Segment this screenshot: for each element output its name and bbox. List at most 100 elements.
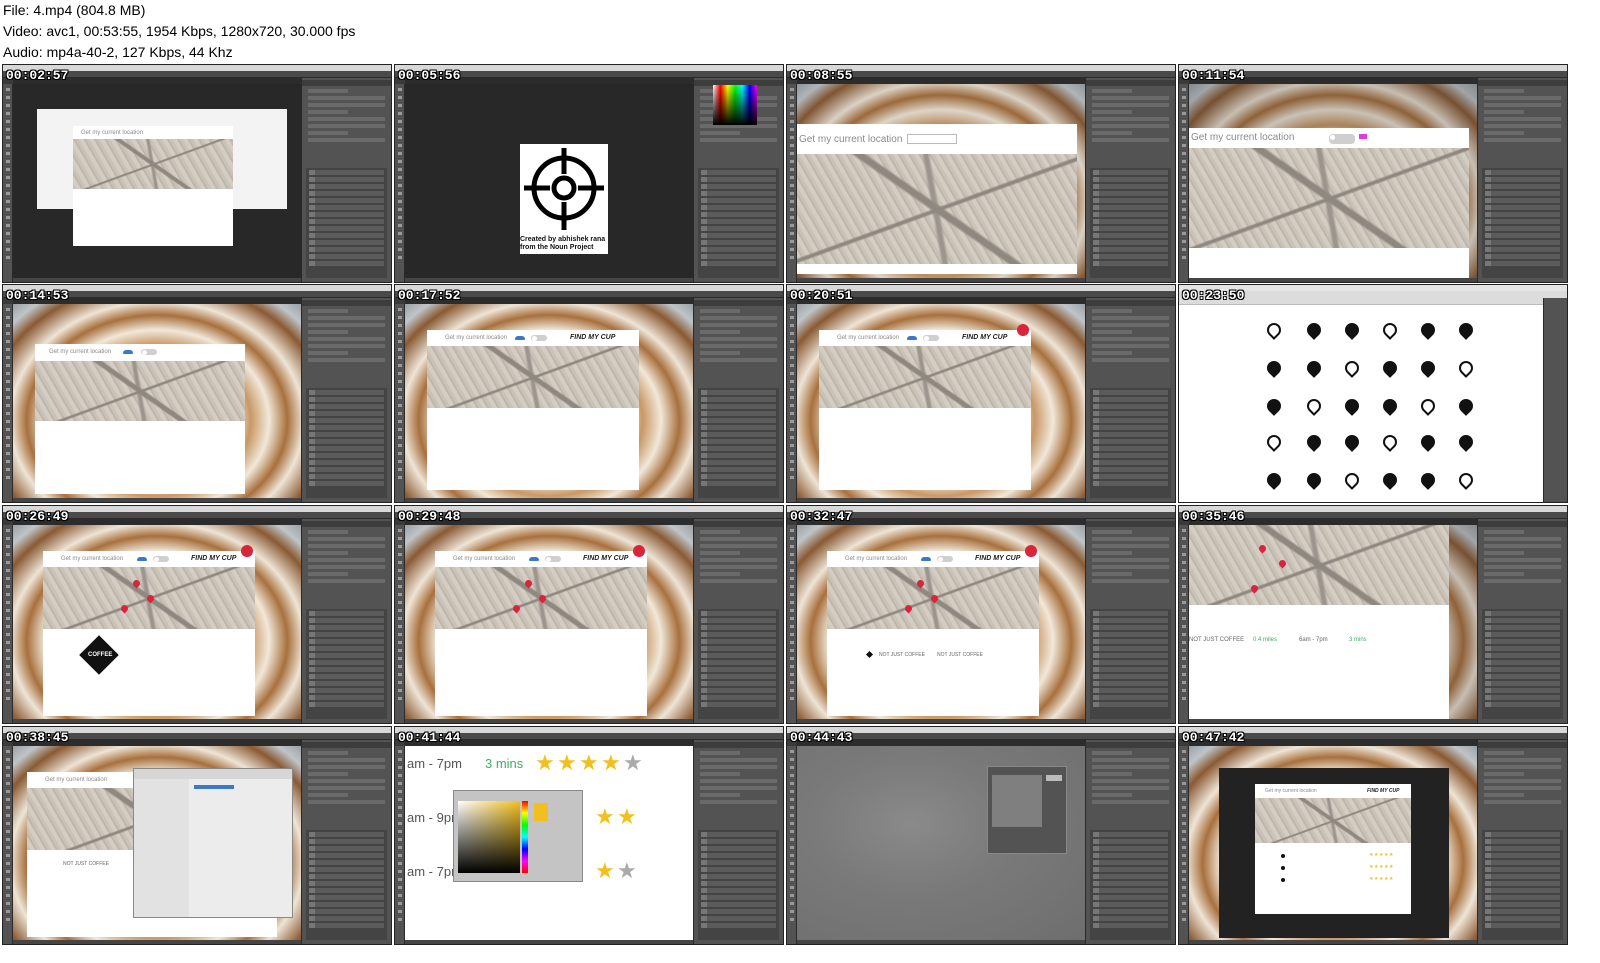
canvas-area: Get my current location FIND MY CUP ★ ★ ★ ★ ★ ★… — [1189, 746, 1477, 940]
location-pin-icon[interactable] — [1456, 432, 1476, 452]
rating-star-icon[interactable]: ★ — [535, 752, 555, 774]
location-pin-icon[interactable] — [1380, 470, 1400, 490]
tools-panel[interactable] — [1179, 746, 1189, 944]
location-pin-icon[interactable] — [1304, 396, 1324, 416]
location-toggle[interactable] — [545, 556, 561, 562]
tools-panel[interactable] — [395, 746, 405, 944]
rating-star-icon[interactable]: ★ — [557, 752, 577, 774]
location-pin-icon[interactable] — [1418, 470, 1438, 490]
location-pin-icon[interactable] — [1380, 320, 1400, 340]
rating-star-icon[interactable]: ★ — [601, 752, 621, 774]
rating-star-icon[interactable]: ★ — [579, 752, 599, 774]
location-pin-icon[interactable] — [1456, 470, 1476, 490]
tools-panel[interactable] — [1179, 525, 1189, 723]
color-picker-dialog[interactable] — [453, 790, 583, 882]
location-pin-icon[interactable] — [1456, 396, 1476, 416]
tools-panel[interactable] — [787, 84, 797, 282]
location-toggle[interactable] — [531, 335, 547, 341]
rating-star-icon[interactable]: ★ — [617, 806, 637, 828]
cup-badge-icon[interactable] — [1025, 545, 1037, 557]
map-image — [73, 139, 233, 189]
high-pass-dialog[interactable] — [987, 766, 1067, 854]
location-toggle[interactable] — [141, 349, 157, 355]
video-thumbnail[interactable]: am - 7pm 3 mins ★ ★ ★ ★ ★ am - 9pm ★ ★ am - 7pm ★ ★ 0… — [394, 726, 784, 945]
video-thumbnail[interactable]: Get my current location FIND MY CUP 00:29:… — [394, 505, 784, 724]
tools-panel[interactable] — [1179, 84, 1189, 282]
rating-star-icon: ★ — [1379, 852, 1384, 858]
rating-star-icon[interactable]: ★ — [617, 860, 637, 882]
location-pin-icon[interactable] — [1418, 432, 1438, 452]
tools-panel[interactable] — [395, 84, 405, 282]
video-thumbnail[interactable]: Get my current location FIND MY CUP NOT JU… — [786, 505, 1176, 724]
shop-name: NOT JUST COFFEE — [1189, 637, 1245, 643]
location-pin-icon[interactable] — [1342, 396, 1362, 416]
location-pin-icon[interactable] — [1456, 358, 1476, 378]
tools-panel[interactable] — [3, 304, 13, 502]
location-pin-icon[interactable] — [1304, 320, 1324, 340]
video-thumbnail[interactable]: 00:44:43 — [786, 726, 1176, 945]
location-toggle[interactable] — [1329, 134, 1355, 144]
tools-panel[interactable] — [3, 746, 13, 944]
tools-panel[interactable] — [787, 525, 797, 723]
video-thumbnail[interactable]: Get my current location 00:11:54 — [1178, 64, 1568, 283]
location-pin-icon[interactable] — [1380, 396, 1400, 416]
video-thumbnail[interactable]: Get my current location FIND MY CUP 00:20:… — [786, 284, 1176, 503]
location-pin-icon[interactable] — [1264, 358, 1284, 378]
location-pin-icon[interactable] — [1418, 320, 1438, 340]
timestamp: 00:14:53 — [6, 288, 69, 303]
location-pin-icon[interactable] — [1418, 396, 1438, 416]
location-pin-icon[interactable] — [1342, 320, 1362, 340]
status-bar — [797, 278, 1085, 282]
location-pin-icon[interactable] — [1264, 432, 1284, 452]
location-pin-icon[interactable] — [1418, 358, 1438, 378]
video-thumbnail[interactable]: Created by abhishek rana from the Noun Pr… — [394, 64, 784, 283]
location-pin-icon[interactable] — [1304, 432, 1324, 452]
tools-panel[interactable] — [787, 746, 797, 944]
location-pin-icon[interactable] — [1342, 470, 1362, 490]
rating-star-icon[interactable]: ★ — [623, 752, 643, 774]
location-pin-icon[interactable] — [1380, 358, 1400, 378]
tools-panel[interactable] — [3, 525, 13, 723]
video-thumbnail[interactable]: Get my current location 00:08:55 — [786, 64, 1176, 283]
rating-star-icon[interactable]: ★ — [595, 860, 615, 882]
cup-badge-icon[interactable] — [633, 545, 645, 557]
location-toggle[interactable] — [153, 556, 169, 562]
video-thumbnail[interactable]: Get my current location 00:02:57 — [2, 64, 392, 283]
video-thumbnail[interactable]: Get my current location FIND MY CUP 00:17:… — [394, 284, 784, 503]
video-thumbnail[interactable]: Get my current location FIND MY CUP ★ ★ ★ ★ ★ ★… — [1178, 726, 1568, 945]
location-pin-icon[interactable] — [1342, 358, 1362, 378]
walk-time: 3 mins — [1349, 637, 1367, 643]
file-open-dialog[interactable] — [133, 768, 293, 918]
video-thumbnail[interactable]: Get my current location FIND MY CUP COFFEE… — [2, 505, 392, 724]
layers-panel — [698, 168, 779, 278]
location-pin-icon[interactable] — [1456, 320, 1476, 340]
video-thumbnail[interactable]: Get my current location NOT JUST COFFEE 00… — [2, 726, 392, 945]
cup-badge-icon[interactable] — [1017, 324, 1029, 336]
location-pin-icon[interactable] — [1264, 396, 1284, 416]
tools-panel[interactable] — [3, 84, 13, 282]
location-pin-icon[interactable] — [1304, 470, 1324, 490]
video-thumbnail[interactable]: NOT JUST COFFEE 0.4 miles 6am - 7pm 3 mins 0… — [1178, 505, 1568, 724]
rating-star-icon: ★ — [1369, 852, 1374, 858]
walk-time: 3 mins — [485, 756, 524, 771]
video-thumbnail[interactable]: Get my current location 00:14:53 — [2, 284, 392, 503]
text-field[interactable] — [907, 134, 957, 144]
location-pin-icon[interactable] — [1342, 432, 1362, 452]
tools-panel[interactable] — [787, 304, 797, 502]
location-toggle[interactable] — [937, 556, 953, 562]
car-icon — [137, 557, 147, 561]
status-bar — [405, 278, 693, 282]
location-pin-icon[interactable] — [1264, 320, 1284, 340]
cup-badge-icon[interactable] — [241, 545, 253, 557]
tools-panel[interactable] — [395, 304, 405, 502]
rating-star-icon[interactable]: ★ — [595, 806, 615, 828]
find-my-cup-label: FIND MY CUP — [570, 334, 616, 341]
rating-star-icon: ★ — [1389, 852, 1394, 858]
video-thumbnail[interactable]: 00:23:50 — [1178, 284, 1568, 503]
tools-panel[interactable] — [395, 525, 405, 723]
location-pin-icon[interactable] — [1264, 470, 1284, 490]
location-pin-icon[interactable] — [1380, 432, 1400, 452]
color-spectrum[interactable] — [713, 85, 757, 125]
location-pin-icon[interactable] — [1304, 358, 1324, 378]
location-toggle[interactable] — [923, 335, 939, 341]
